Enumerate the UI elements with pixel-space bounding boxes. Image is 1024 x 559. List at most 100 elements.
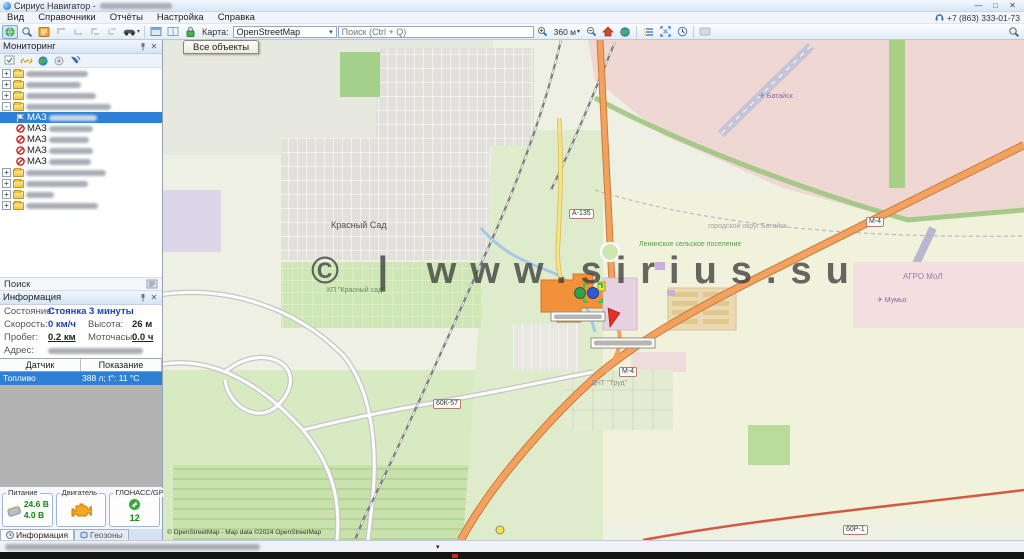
tab-geozones[interactable]: Геозоны xyxy=(74,529,129,540)
home-view-button[interactable] xyxy=(600,25,616,39)
tree-row[interactable]: МАЗ xyxy=(0,156,162,167)
menu-item[interactable]: Справочники xyxy=(31,12,103,24)
close-panel-icon[interactable]: ✕ xyxy=(149,42,159,51)
tree-row[interactable]: + xyxy=(0,167,162,178)
satellite-icon xyxy=(128,498,141,511)
support-phone: +7 (863) 333-01-73 xyxy=(935,13,1024,23)
route-icon-disabled xyxy=(73,26,84,37)
minimize-button[interactable]: — xyxy=(970,0,987,11)
status-caret-icon[interactable]: ▾ xyxy=(436,543,440,551)
route-tool-2-button[interactable] xyxy=(70,25,86,39)
headset-icon xyxy=(935,13,944,22)
menu-item[interactable]: Вид xyxy=(0,12,31,24)
bottom-tab-bar: Информация Геозоны xyxy=(0,529,162,540)
find-on-map-button[interactable] xyxy=(1006,25,1022,39)
tree-row[interactable]: + xyxy=(0,189,162,200)
panel-layout-2-button[interactable] xyxy=(165,25,181,39)
tree-row[interactable]: МАЗ xyxy=(0,145,162,156)
map-place-label: ДНТ "Труд" xyxy=(591,380,627,387)
menu-item[interactable]: Отчёты xyxy=(103,12,150,24)
magnifier-minus-icon xyxy=(586,26,597,37)
tree-expand-toggle[interactable]: + xyxy=(2,168,11,177)
tree-row-redacted xyxy=(26,203,98,209)
route-tool-1-button[interactable] xyxy=(53,25,69,39)
tree-expand-toggle[interactable]: - xyxy=(2,102,11,111)
tree-search-bar[interactable]: Поиск xyxy=(0,277,162,291)
map-watermark: © | www.sirius.su xyxy=(311,250,863,293)
folder-icon xyxy=(13,191,24,199)
tree-row[interactable]: + xyxy=(0,79,162,90)
map-canvas[interactable]: Все объекты © | www.sirius.su ✈ БатайскК… xyxy=(163,40,1024,540)
route-tool-4-button[interactable] xyxy=(104,25,120,39)
link-icon[interactable] xyxy=(20,56,33,66)
zoom-out-button[interactable] xyxy=(583,25,599,39)
tree-expand-toggle[interactable]: + xyxy=(2,91,11,100)
sensor-column-header[interactable]: Датчик xyxy=(0,359,81,371)
filter-icon[interactable] xyxy=(146,279,158,289)
map-provider-select[interactable]: OpenStreetMap ▾ xyxy=(233,26,337,38)
globe-icon xyxy=(619,26,631,38)
tree-row[interactable]: + xyxy=(0,178,162,189)
tree-row[interactable]: + xyxy=(0,200,162,211)
maximize-button[interactable]: □ xyxy=(987,0,1004,11)
tree-row[interactable]: МАЗ xyxy=(0,112,162,123)
pin-icon[interactable] xyxy=(139,293,149,302)
tree-row[interactable]: МАЗ xyxy=(0,123,162,134)
zoom-in-button[interactable] xyxy=(535,25,551,39)
map-scale-value: 360 м xyxy=(554,27,576,37)
hours-value[interactable]: 0.0 ч xyxy=(132,332,153,343)
disabled-tool-button[interactable] xyxy=(697,25,713,39)
tree-expand-toggle[interactable]: + xyxy=(2,80,11,89)
vehicle-menu-button[interactable]: ▾ xyxy=(121,25,141,39)
all-objects-button[interactable]: Все объекты xyxy=(183,40,259,54)
app-window: Сириус Навигатор - — □ ✕ ВидСправочникиО… xyxy=(0,0,1024,559)
world-view-button[interactable] xyxy=(617,25,633,39)
global-search-input[interactable] xyxy=(338,26,534,38)
tree-row[interactable]: + xyxy=(0,68,162,79)
tab-information[interactable]: Информация xyxy=(0,529,74,540)
object-list-button[interactable] xyxy=(640,25,656,39)
pin-icon[interactable] xyxy=(139,42,149,51)
vehicle-tree: +++-МАЗМАЗМАЗМАЗМАЗ++++ xyxy=(0,68,162,277)
sensor-value: 388 л; t°: 11 °C xyxy=(82,372,162,385)
tree-expand-toggle[interactable]: + xyxy=(2,69,11,78)
call-icon[interactable] xyxy=(69,55,81,66)
sensor-row[interactable]: Топливо388 л; t°: 11 °C xyxy=(0,372,162,385)
menu-item[interactable]: Справка xyxy=(211,12,262,24)
close-button[interactable]: ✕ xyxy=(1004,0,1021,11)
panel-split-icon xyxy=(167,26,179,37)
map-scale-select[interactable]: 360 м ▾ xyxy=(552,27,582,37)
tree-row[interactable]: - xyxy=(0,101,162,112)
tree-row-label: МАЗ xyxy=(27,145,47,156)
panel-layout-1-button[interactable] xyxy=(148,25,164,39)
sensor-column-header[interactable]: Показание xyxy=(81,359,162,371)
road-shield-label: 60К-57 xyxy=(433,399,461,409)
history-button[interactable] xyxy=(674,25,690,39)
fit-extent-button[interactable] xyxy=(657,25,673,39)
close-panel-icon[interactable]: ✕ xyxy=(149,293,159,302)
tree-expand-toggle[interactable]: + xyxy=(2,179,11,188)
magnifier-icon xyxy=(21,26,33,38)
tree-expand-toggle[interactable]: + xyxy=(2,201,11,210)
tree-row-redacted xyxy=(49,126,93,132)
map-place-label: ✈ Батайск xyxy=(759,92,793,100)
lock-button[interactable] xyxy=(182,25,198,39)
alt-label: Высота: xyxy=(88,319,132,330)
events-button[interactable] xyxy=(36,25,52,39)
select-objects-icon[interactable] xyxy=(4,55,16,66)
list-icon xyxy=(643,27,654,37)
settings-icon[interactable] xyxy=(53,55,65,67)
monitoring-title: Мониторинг xyxy=(3,41,56,52)
window-title-redacted xyxy=(100,3,172,9)
route-tool-3-button[interactable] xyxy=(87,25,103,39)
search-tool-button[interactable] xyxy=(19,25,35,39)
mileage-value[interactable]: 0.2 км xyxy=(48,332,86,343)
menu-item[interactable]: Настройка xyxy=(150,12,211,24)
tree-row[interactable]: + xyxy=(0,90,162,101)
tree-expand-toggle[interactable]: + xyxy=(2,190,11,199)
track-mode-button[interactable] xyxy=(2,25,18,39)
address-redacted xyxy=(48,348,143,354)
tree-row[interactable]: МАЗ xyxy=(0,134,162,145)
tree-row-redacted xyxy=(49,148,93,154)
globe-small-icon[interactable] xyxy=(37,55,49,67)
